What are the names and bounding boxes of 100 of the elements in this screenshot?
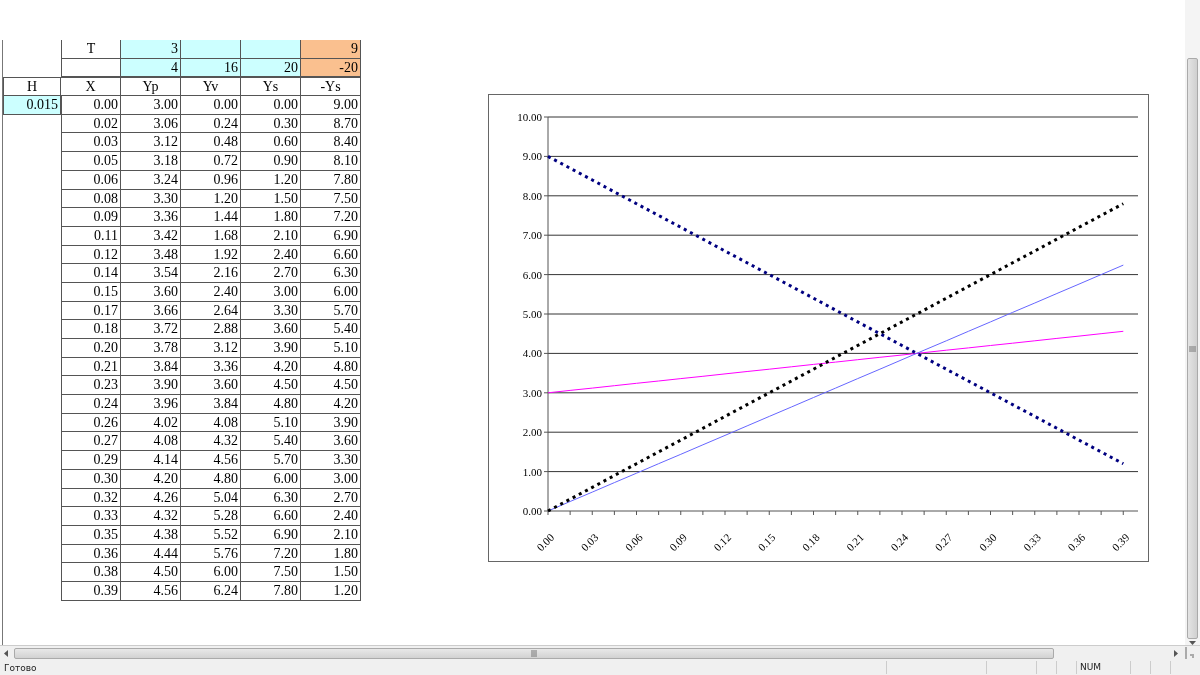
table-cell: 0.30 <box>241 114 301 134</box>
table-cell: 6.30 <box>301 264 361 283</box>
table-cell: 0.90 <box>241 152 301 171</box>
table-cell: 3.36 <box>121 208 181 227</box>
table-cell: 3.72 <box>121 320 181 339</box>
table-cell: 3.60 <box>241 320 301 339</box>
table-cell: 5.40 <box>301 320 361 339</box>
table-cell: 3.90 <box>241 339 301 358</box>
table-cell: 2.40 <box>181 282 241 302</box>
table-cell: 0.32 <box>61 488 121 508</box>
table-cell: 3.00 <box>301 469 361 489</box>
table-cell: 3.48 <box>121 245 181 265</box>
table-cell: 3.60 <box>121 282 181 302</box>
table-cell: 3.06 <box>121 114 181 134</box>
table-cell: 4.80 <box>181 469 241 489</box>
axis-label: 10.00 <box>517 111 542 123</box>
axis-label: 0.30 <box>976 531 999 554</box>
table-cell: 3.90 <box>121 376 181 396</box>
table-cell: 0.36 <box>61 544 121 564</box>
axis-label: 0.24 <box>888 531 911 554</box>
table-cell: 1.20 <box>181 189 241 209</box>
column-header: Ys <box>241 77 301 97</box>
table-cell: 1.50 <box>301 563 361 582</box>
column-header: Yp <box>121 77 181 97</box>
table-cell: 3.60 <box>181 376 241 396</box>
table-cell: 3.30 <box>241 301 301 321</box>
axis-label: 0.15 <box>755 531 778 554</box>
left-arrow-icon[interactable] <box>4 649 8 657</box>
table-cell: 4.32 <box>181 432 241 452</box>
table-cell: 0.24 <box>181 114 241 134</box>
table-cell: 0.48 <box>181 133 241 153</box>
table-cell: 6.90 <box>301 226 361 246</box>
table-cell: 4.08 <box>121 432 181 452</box>
table-cell: 9.00 <box>301 96 361 115</box>
table-cell: 7.80 <box>241 581 301 601</box>
table-cell: 5.40 <box>241 432 301 452</box>
resize-grip-icon[interactable] <box>1184 647 1196 659</box>
table-cell: 4.56 <box>181 451 241 470</box>
table-cell: 4.50 <box>241 376 301 396</box>
table-cell: 3.00 <box>121 96 181 115</box>
table-cell: 4.32 <box>121 507 181 526</box>
axis-label: 0.39 <box>1109 531 1132 554</box>
table-cell: 5.76 <box>181 544 241 564</box>
table-cell: 2.40 <box>241 245 301 265</box>
table-cell: 1.44 <box>181 208 241 227</box>
table-cell: 3.30 <box>121 189 181 209</box>
table-cell: 2.64 <box>181 301 241 321</box>
scroll-thumb[interactable] <box>14 647 1054 659</box>
table-cell: 0.18 <box>61 320 121 339</box>
table-cell: 3.24 <box>121 170 181 190</box>
table-cell: 0.35 <box>61 525 121 545</box>
table-cell: 0.33 <box>61 507 121 526</box>
table-cell: 0.27 <box>61 432 121 452</box>
table-cell: 5.52 <box>181 525 241 545</box>
axis-label: 0.03 <box>578 531 601 554</box>
table-cell: 6.00 <box>241 469 301 489</box>
table-cell: 0.72 <box>181 152 241 171</box>
table-cell: 2.16 <box>181 264 241 283</box>
table-cell: 0.30 <box>61 469 121 489</box>
table-cell: 2.88 <box>181 320 241 339</box>
table-cell: 1.20 <box>241 170 301 190</box>
table-cell: 2.70 <box>301 488 361 508</box>
column-header: H <box>3 77 61 97</box>
table-cell: 6.60 <box>241 507 301 526</box>
down-arrow-icon[interactable] <box>1189 641 1196 645</box>
table-cell: 4.20 <box>241 357 301 377</box>
scroll-thumb[interactable] <box>1187 58 1198 639</box>
table-cell: 6.00 <box>301 282 361 302</box>
table-cell: 3.42 <box>121 226 181 246</box>
axis-label: 1.00 <box>522 465 542 478</box>
right-arrow-icon[interactable] <box>1174 649 1178 657</box>
axis-label: 0.33 <box>1020 531 1043 554</box>
table-cell: 0.60 <box>241 133 301 153</box>
table-cell: 0.08 <box>61 189 121 209</box>
table-cell: 8.70 <box>301 114 361 134</box>
table-cell: 4.50 <box>121 563 181 582</box>
table-cell: 4.26 <box>121 488 181 508</box>
axis-label: 3.00 <box>522 386 542 399</box>
table-cell: 7.20 <box>241 544 301 564</box>
table-cell: 4.50 <box>301 376 361 396</box>
table-cell: 0.12 <box>61 245 121 265</box>
table-cell: 0.39 <box>61 581 121 601</box>
table-cell: 4.56 <box>121 581 181 601</box>
status-text: Готово <box>4 662 37 673</box>
table-cell: 3.36 <box>181 357 241 377</box>
table-cell: 3.18 <box>121 152 181 171</box>
table-cell: 6.24 <box>181 581 241 601</box>
table-cell: 5.10 <box>301 339 361 358</box>
table-cell: 0.96 <box>181 170 241 190</box>
table-cell: 7.50 <box>241 563 301 582</box>
table-cell: 5.70 <box>241 451 301 470</box>
table-cell: 4.02 <box>121 413 181 433</box>
column-header: -Ys <box>301 77 361 97</box>
table-cell: 2.10 <box>301 525 361 545</box>
table-cell: 2.70 <box>241 264 301 283</box>
table-cell: 4.80 <box>241 395 301 414</box>
table-cell: 0.20 <box>61 339 121 358</box>
table-cell: 0.00 <box>61 96 121 115</box>
table-cell: 0.09 <box>61 208 121 227</box>
table-cell: 0.00 <box>241 96 301 115</box>
